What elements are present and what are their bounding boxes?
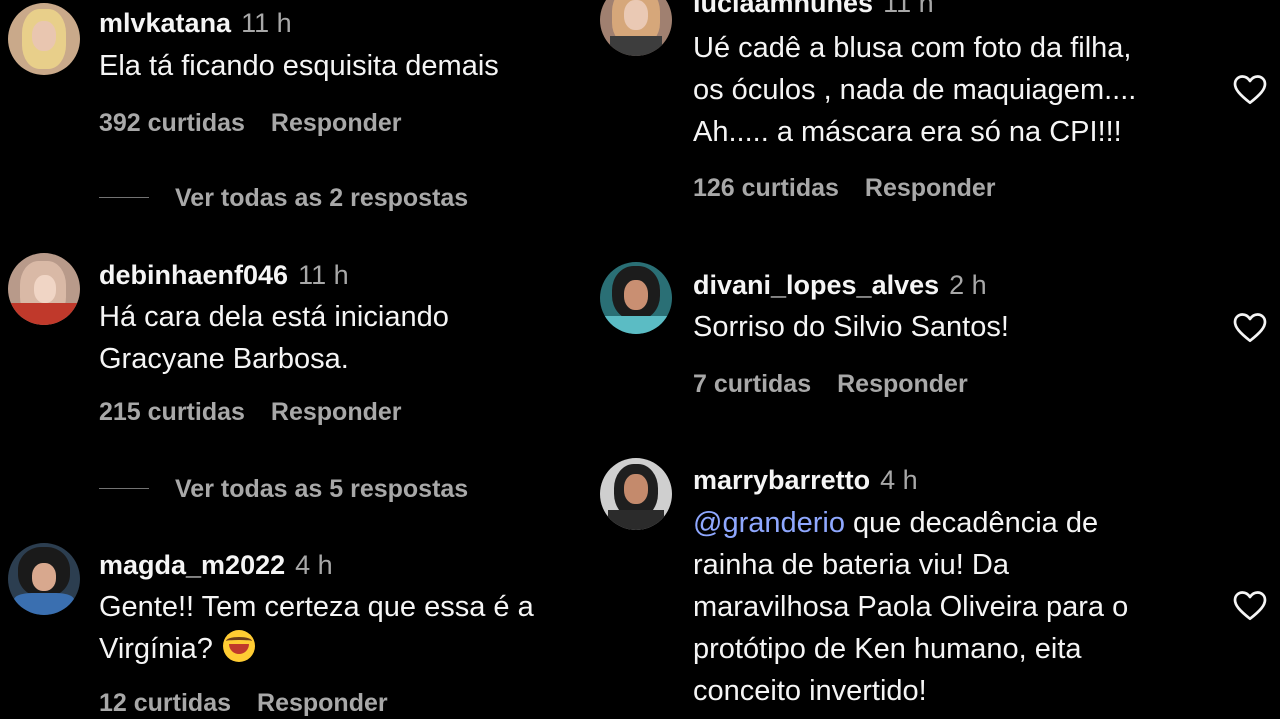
comment-time: 4 h [295, 550, 333, 580]
view-replies-button[interactable]: Ver todas as 5 respostas [99, 477, 468, 502]
avatar[interactable] [8, 3, 80, 75]
comment-username[interactable]: divani_lopes_alves 2 h [693, 272, 987, 299]
heart-icon[interactable] [1231, 72, 1269, 108]
comment-text: @granderio que decadência de rainha de b… [693, 507, 1129, 707]
laughing-tears-emoji-icon [222, 630, 255, 662]
like-count[interactable]: 12 curtidas [99, 689, 231, 717]
comment-time: 11 h [241, 8, 292, 38]
reply-button[interactable]: Responder [837, 370, 968, 398]
avatar[interactable] [600, 0, 672, 56]
reply-button[interactable]: Responder [257, 689, 388, 717]
view-replies-button[interactable]: Ver todas as 2 respostas [99, 186, 468, 211]
avatar[interactable] [600, 458, 672, 530]
mention-link[interactable]: @granderio [693, 507, 845, 539]
comment-username[interactable]: marrybarretto 4 h [693, 467, 918, 494]
divider [99, 487, 149, 489]
like-count[interactable]: 126 curtidas [693, 174, 839, 202]
reply-button[interactable]: Responder [865, 174, 996, 202]
comment-time: 4 h [880, 465, 918, 495]
avatar[interactable] [8, 253, 80, 325]
comment-text: Ué cadê a blusa com foto da filha, os óc… [693, 32, 1137, 148]
heart-icon[interactable] [1231, 588, 1269, 624]
comment-text: Ela tá ficando esquisita demais [99, 50, 499, 82]
comment-time: 11 h [298, 260, 349, 290]
divider [99, 196, 149, 198]
comment-username[interactable]: debinhaenf046 11 h [99, 262, 349, 289]
like-count[interactable]: 7 curtidas [693, 370, 811, 398]
comment-time: 11 h [883, 0, 934, 18]
avatar[interactable] [8, 543, 80, 615]
comment-text: Gente!! Tem certeza que essa é a Virgíni… [99, 591, 534, 665]
heart-icon[interactable] [1231, 310, 1269, 346]
comment-text: Há cara dela está iniciando Gracyane Bar… [99, 301, 449, 375]
reply-button[interactable]: Responder [271, 109, 402, 137]
reply-button[interactable]: Responder [271, 398, 402, 426]
avatar[interactable] [600, 262, 672, 334]
comment-text: Sorriso do Silvio Santos! [693, 311, 1009, 343]
comment-username[interactable]: mlvkatana 11 h [99, 10, 292, 37]
comment-username[interactable]: luciaamnunes 11 h [693, 0, 934, 17]
comment-username[interactable]: magda_m2022 4 h [99, 552, 333, 579]
like-count[interactable]: 392 curtidas [99, 109, 245, 137]
comment-time: 2 h [949, 270, 987, 300]
like-count[interactable]: 215 curtidas [99, 398, 245, 426]
